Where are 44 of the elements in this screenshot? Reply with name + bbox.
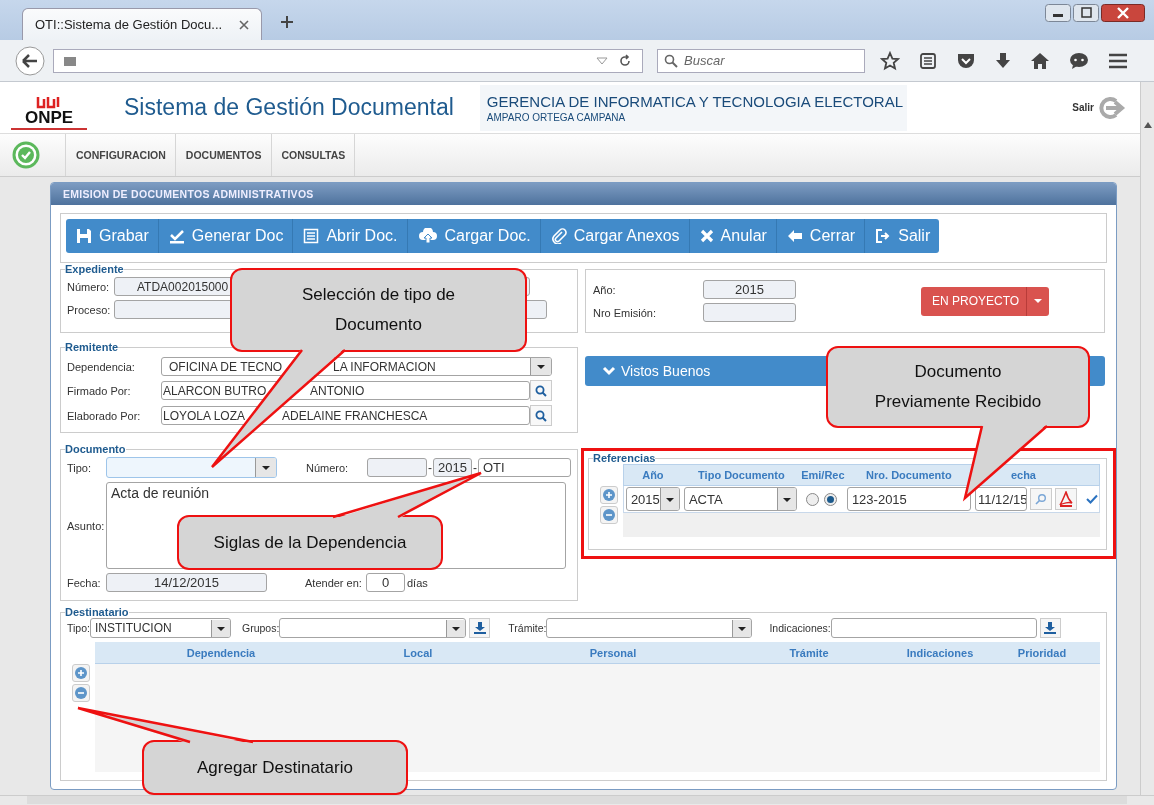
field-label: Tipo: [67, 461, 93, 474]
app-title: Sistema de Gestión Documental [124, 94, 454, 121]
unit-label: días [407, 576, 428, 589]
section-legend: Destinatario [65, 606, 129, 618]
field-label: Nro Emisión: [593, 306, 657, 319]
column-header: echa [1009, 469, 1037, 481]
field-label: Indicaciones: [769, 622, 831, 634]
field-label: Número: [306, 461, 350, 474]
section-legend: Remitente [65, 341, 119, 353]
user-name: AMPARO ORTEGA CAMPANA [486, 111, 627, 123]
field-label: Asunto: [67, 519, 106, 532]
column-header: Emi/Rec [800, 469, 845, 481]
year-field: 2015 [433, 458, 472, 477]
column-header: Indicaciones [905, 646, 975, 659]
field-label: Elaborado Por: [67, 409, 142, 422]
section-legend: Documento [65, 443, 126, 455]
organization-name: GERENCIA DE INFORMATICA Y TECNOLOGIA ELECTORAL [486, 92, 905, 110]
column-header: Trámite [788, 646, 830, 659]
column-header: Prioridad [1016, 646, 1068, 659]
column-header: Dependencia [185, 646, 257, 659]
logo-text: ONPE [24, 108, 74, 126]
column-header: Nro. Documento [865, 469, 953, 481]
field-label: Fecha: [67, 576, 102, 589]
field-label: Grupos: [241, 622, 280, 634]
field-label: Tipo: [67, 622, 90, 634]
date-field: 14/12/2015 [106, 573, 267, 592]
field-label: Año: [593, 283, 617, 296]
field-label: Número: [67, 280, 111, 293]
year-field: 2015 [703, 280, 796, 299]
field-label: Atender en: [305, 576, 363, 589]
column-header: Año [641, 469, 665, 481]
field-label: Firmado Por: [67, 384, 132, 397]
column-header: Tipo Documento [697, 469, 786, 481]
field-label: Proceso: [67, 303, 112, 316]
callout-tooltip: Selección de tipo de Documento [230, 268, 527, 352]
panel-title: EMISION DE DOCUMENTOS ADMINISTRATIVOS [51, 183, 1116, 205]
field-label: Dependencia: [67, 360, 136, 373]
section-legend: Expediente [65, 263, 124, 275]
separator-text: - [428, 460, 432, 475]
field-label: Trámite: [508, 622, 547, 634]
column-header: Personal [588, 646, 638, 659]
column-header: Local [402, 646, 434, 659]
separator-text: - [473, 460, 477, 475]
section-legend: Referencias [593, 452, 656, 464]
